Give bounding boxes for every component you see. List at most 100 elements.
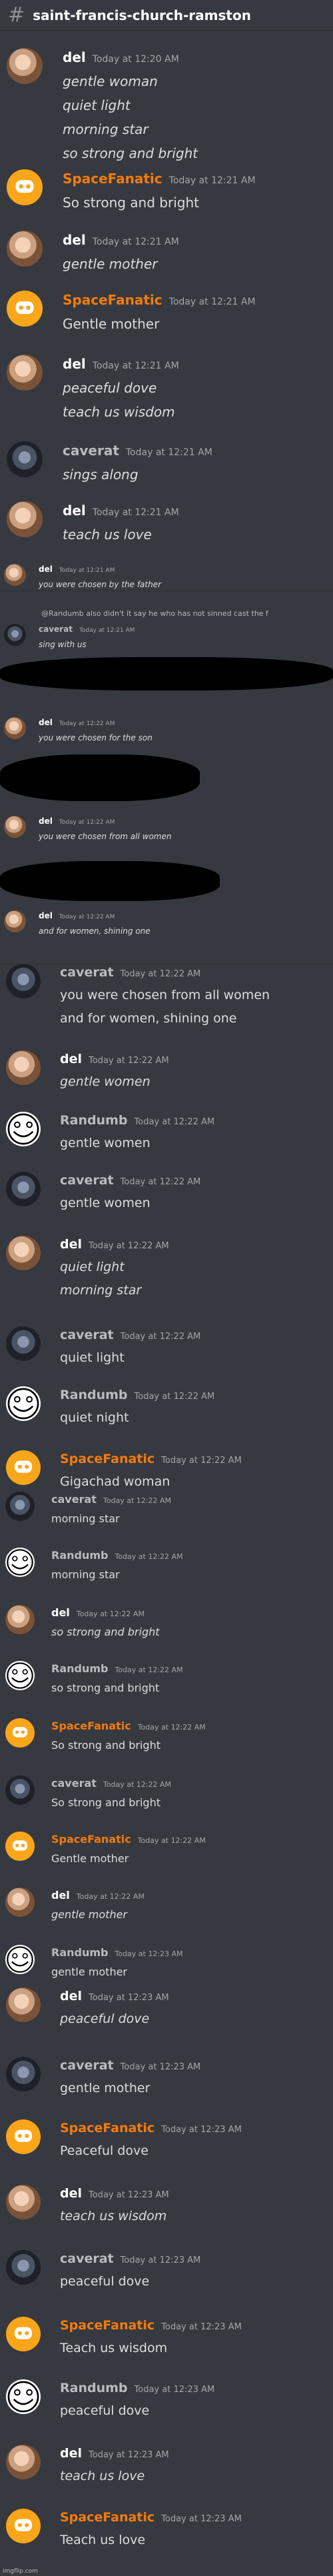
username[interactable]: del [60, 1989, 82, 2003]
username[interactable]: SpaceFanatic [51, 1720, 131, 1732]
username[interactable]: caverat [60, 1173, 114, 1188]
username[interactable]: SpaceFanatic [63, 292, 163, 308]
username[interactable]: del [60, 2186, 82, 2201]
del-avatar[interactable] [6, 1987, 41, 2022]
timestamp: Today at 12:23 AM [161, 2125, 242, 2135]
timestamp: Today at 12:22 AM [137, 1723, 206, 1732]
message-header: del Today at 12:22 AM [51, 1889, 145, 1902]
trollface-avatar[interactable] [6, 2379, 41, 2414]
caverat-avatar[interactable] [5, 1776, 35, 1805]
timestamp: Today at 12:20 AM [92, 54, 179, 65]
message-text: So strong and bright [51, 1796, 161, 1809]
username[interactable]: Randumb [60, 1388, 128, 1402]
trollface-avatar[interactable] [5, 1945, 35, 1974]
timestamp: Today at 12:22 AM [120, 1177, 201, 1187]
del-avatar[interactable] [5, 1888, 35, 1917]
trollface-avatar[interactable] [6, 1386, 41, 1421]
del-avatar[interactable] [7, 48, 43, 84]
del-avatar[interactable] [7, 355, 43, 391]
del-avatar[interactable] [6, 1050, 41, 1085]
timestamp: Today at 12:21 AM [168, 297, 256, 307]
caverat-avatar[interactable] [6, 1172, 41, 1206]
username[interactable]: del [63, 503, 86, 519]
timestamp: Today at 12:22 AM [161, 1456, 242, 1466]
timestamp: Today at 12:22 AM [89, 1056, 169, 1066]
caverat-avatar[interactable] [6, 1326, 41, 1361]
username[interactable]: Randumb [51, 1549, 108, 1562]
message-feed[interactable]: del Today at 12:20 AM gentle woman quiet li… [0, 31, 333, 2576]
username[interactable]: caverat [60, 965, 114, 980]
message-text: Gentle mother [63, 316, 160, 332]
channel-name[interactable]: saint-francis-church-ramston [33, 7, 251, 23]
del-avatar[interactable] [4, 564, 26, 586]
message-text: so strong and bright [51, 1682, 160, 1694]
username[interactable]: del [60, 1052, 82, 1066]
username[interactable]: Randumb [60, 2381, 128, 2395]
username[interactable]: Randumb [51, 1662, 108, 1675]
username[interactable]: del [51, 1606, 70, 1619]
username[interactable]: caverat [51, 1493, 97, 1506]
username[interactable]: SpaceFanatic [60, 2510, 155, 2525]
username[interactable]: del [63, 356, 86, 372]
caverat-avatar[interactable] [5, 1492, 35, 1521]
caverat-avatar[interactable] [6, 2250, 41, 2285]
discord-logo-avatar[interactable] [5, 1832, 35, 1861]
message-header: SpaceFanatic Today at 12:22 AM [51, 1720, 206, 1732]
username[interactable]: caverat [60, 1328, 114, 1342]
message-text: so strong and bright [63, 145, 198, 161]
username[interactable]: SpaceFanatic [63, 171, 163, 187]
del-avatar[interactable] [7, 501, 43, 537]
timestamp: Today at 12:23 AM [161, 2322, 242, 2332]
username[interactable]: SpaceFanatic [60, 2318, 155, 2333]
username[interactable]: SpaceFanatic [60, 2121, 155, 2135]
del-avatar[interactable] [4, 910, 26, 932]
caverat-avatar[interactable] [4, 624, 26, 646]
caverat-avatar[interactable] [7, 441, 43, 477]
username[interactable]: caverat [60, 2251, 114, 2266]
del-avatar[interactable] [4, 717, 26, 739]
reply-text[interactable]: @Randumb also didn't it say he who has n… [41, 609, 268, 618]
username[interactable]: caverat [39, 625, 73, 634]
message-text: morning star [51, 1512, 120, 1525]
trollface-avatar[interactable] [6, 1112, 41, 1146]
username[interactable]: SpaceFanatic [60, 1452, 155, 1466]
discord-logo-avatar[interactable] [7, 291, 43, 327]
del-avatar[interactable] [7, 231, 43, 267]
message-text: you were chosen from all women [60, 988, 270, 1002]
message-header: SpaceFanatic Today at 12:23 AM [60, 2121, 242, 2135]
username[interactable]: del [39, 718, 53, 727]
discord-logo-avatar[interactable] [6, 2317, 41, 2351]
imgflip-watermark: imgflip.com [3, 2568, 38, 2575]
discord-logo-avatar[interactable] [6, 1450, 41, 1485]
username[interactable]: caverat [63, 443, 119, 459]
username[interactable]: del [39, 911, 53, 920]
username[interactable]: SpaceFanatic [51, 1833, 131, 1846]
username[interactable]: del [39, 565, 53, 574]
username[interactable]: del [39, 816, 53, 826]
del-avatar[interactable] [6, 2185, 41, 2219]
username[interactable]: caverat [51, 1777, 97, 1790]
caverat-avatar[interactable] [6, 964, 41, 998]
discord-logo-avatar[interactable] [5, 1718, 35, 1748]
username[interactable]: del [51, 1889, 70, 1902]
discord-logo-avatar[interactable] [6, 2119, 41, 2154]
del-avatar[interactable] [4, 816, 26, 838]
trollface-avatar[interactable] [5, 1661, 35, 1690]
discord-logo-avatar[interactable] [6, 2509, 41, 2543]
del-avatar[interactable] [5, 1605, 35, 1634]
trollface-avatar[interactable] [5, 1548, 35, 1577]
username[interactable]: del [63, 232, 86, 248]
del-avatar[interactable] [6, 1236, 41, 1270]
message-text: Teach us love [60, 2533, 146, 2547]
username[interactable]: del [60, 2446, 82, 2461]
username[interactable]: del [63, 49, 86, 65]
username[interactable]: Randumb [51, 1946, 108, 1959]
del-avatar[interactable] [6, 2445, 41, 2479]
username[interactable]: caverat [60, 2058, 114, 2073]
username[interactable]: Randumb [60, 1113, 128, 1128]
username[interactable]: del [60, 1237, 82, 1252]
message-text: gentle women [60, 1136, 151, 1150]
caverat-avatar[interactable] [6, 2057, 41, 2091]
discord-logo-avatar[interactable] [7, 169, 43, 205]
message-header: del Today at 12:23 AM [60, 1989, 169, 2003]
